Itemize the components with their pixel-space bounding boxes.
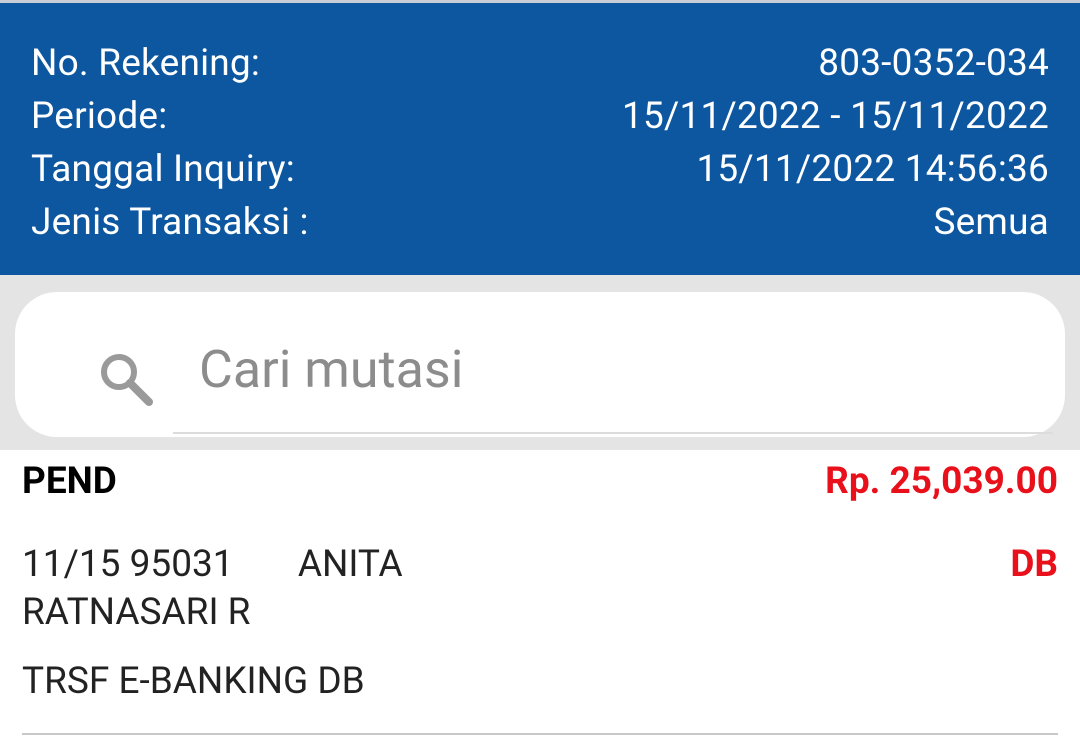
account-info-header: No. Rekening: 803-0352-034 Periode: 15/1… bbox=[0, 3, 1080, 275]
period-value: 15/11/2022 - 15/11/2022 bbox=[622, 94, 1049, 138]
search-icon[interactable] bbox=[97, 350, 155, 408]
search-input[interactable] bbox=[173, 328, 1053, 410]
search-underline bbox=[173, 432, 1053, 434]
account-number-label: No. Rekening: bbox=[31, 41, 261, 85]
period-label: Periode: bbox=[31, 94, 168, 138]
period-row: Periode: 15/11/2022 - 15/11/2022 bbox=[31, 92, 1049, 140]
transaction-type-value: Semua bbox=[933, 200, 1049, 244]
transaction-type-label: Jenis Transaksi : bbox=[31, 200, 309, 244]
inquiry-date-label: Tanggal Inquiry: bbox=[31, 147, 295, 191]
transaction-item[interactable]: PEND Rp. 25,039.00 11/15 95031 ANITA RAT… bbox=[0, 450, 1080, 743]
transaction-description: 11/15 95031 ANITA RATNASARI R bbox=[22, 543, 403, 634]
search-bar-area bbox=[0, 275, 1080, 450]
inquiry-date-row: Tanggal Inquiry: 15/11/2022 14:56:36 bbox=[31, 145, 1049, 193]
inquiry-date-value: 15/11/2022 14:56:36 bbox=[696, 147, 1049, 191]
debit-credit-indicator: DB bbox=[1010, 543, 1058, 586]
transaction-status: PEND bbox=[22, 460, 117, 503]
transaction-amount: Rp. 25,039.00 bbox=[825, 460, 1058, 503]
account-number-value: 803-0352-034 bbox=[818, 41, 1049, 85]
item-divider bbox=[22, 733, 1058, 735]
account-number-row: No. Rekening: 803-0352-034 bbox=[31, 39, 1049, 87]
transaction-remark: TRSF E-BANKING DB bbox=[22, 660, 365, 703]
transaction-type-row: Jenis Transaksi : Semua bbox=[31, 198, 1049, 246]
search-box[interactable] bbox=[15, 292, 1065, 437]
